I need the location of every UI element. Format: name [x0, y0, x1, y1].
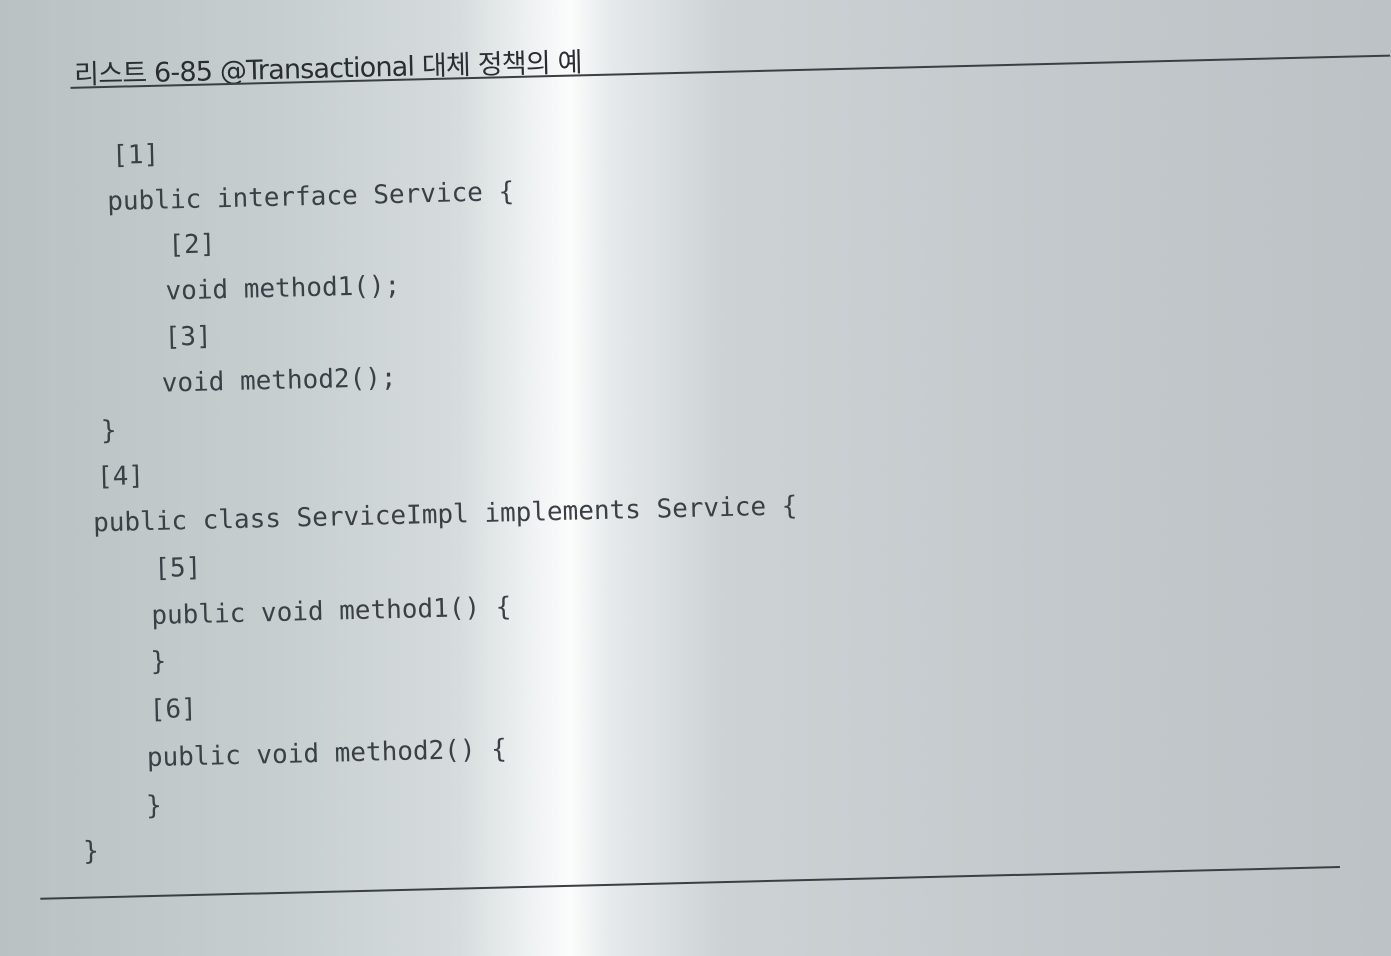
code-block: [1] public interface Service { [2] void …: [0, 13, 798, 867]
bottom-rule: [40, 866, 1340, 900]
code-line-marker-3: [3]: [164, 321, 212, 353]
code-line-marker-1: [1]: [111, 139, 160, 171]
code-line-method2-close: }: [145, 790, 163, 822]
code-line-method2-impl: public void method2() {: [146, 734, 508, 774]
code-line-method1-impl: public void method1() {: [151, 592, 512, 631]
code-line-marker-2: [2]: [168, 229, 216, 261]
code-line-method1-close: }: [150, 646, 167, 678]
code-line-marker-5: [5]: [153, 552, 202, 584]
code-listing-page: 리스트 6-85 @Transactional 대체 정책의 예 [1] pub…: [0, 0, 1391, 956]
code-line-marker-6: [6]: [149, 693, 198, 726]
code-line-method2-decl: void method2();: [161, 362, 397, 399]
code-line-class-close: }: [82, 836, 100, 867]
code-line-method1-decl: void method1();: [165, 270, 401, 307]
code-line-interface-close: }: [100, 415, 117, 447]
code-line-interface-decl: public interface Service {: [106, 177, 515, 217]
code-line-class-decl: public class ServiceImpl implements Serv…: [92, 491, 798, 539]
code-line-marker-4: [4]: [96, 461, 145, 493]
